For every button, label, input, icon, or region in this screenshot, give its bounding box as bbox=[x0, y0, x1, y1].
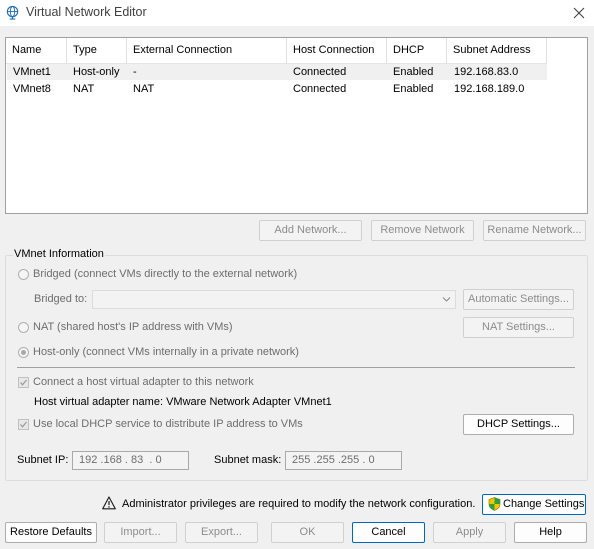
subnet-mask-field[interactable]: 255 .255 .255 . 0 bbox=[285, 451, 402, 470]
cell-type: Host-only bbox=[73, 66, 120, 78]
remove-network-button[interactable]: Remove Network bbox=[371, 220, 474, 241]
cell-host-connection: Connected bbox=[293, 66, 347, 78]
cell-subnet-address: 192.168.83.0 bbox=[454, 66, 519, 78]
change-settings-label: Change Settings bbox=[503, 498, 585, 510]
connect-adapter-checkbox[interactable] bbox=[18, 377, 29, 388]
cell-name: VMnet8 bbox=[13, 83, 51, 95]
column-header-dhcp[interactable]: DHCP bbox=[387, 38, 447, 64]
dhcp-settings-button[interactable]: DHCP Settings... bbox=[463, 414, 574, 435]
window-title: Virtual Network Editor bbox=[26, 5, 147, 19]
chevron-down-icon bbox=[442, 297, 451, 302]
column-header-type[interactable]: Type bbox=[67, 38, 127, 64]
export-button[interactable]: Export... bbox=[185, 522, 258, 543]
column-header-subnet-address[interactable]: Subnet Address bbox=[447, 38, 547, 64]
separator bbox=[17, 367, 575, 368]
subnet-ip-label: Subnet IP: bbox=[17, 454, 69, 466]
table-row[interactable]: VMnet1 Host-only - Connected Enabled 192… bbox=[7, 64, 547, 80]
nat-settings-button[interactable]: NAT Settings... bbox=[463, 317, 574, 338]
subnet-mask-label: Subnet mask: bbox=[214, 454, 282, 466]
automatic-settings-button[interactable]: Automatic Settings... bbox=[463, 289, 574, 310]
close-icon bbox=[573, 7, 585, 19]
use-dhcp-checkbox[interactable] bbox=[18, 419, 29, 430]
bridged-to-label: Bridged to: bbox=[34, 293, 88, 305]
warning-icon bbox=[102, 496, 116, 510]
admin-message: Administrator privileges are required to… bbox=[122, 498, 476, 510]
ok-button[interactable]: OK bbox=[271, 522, 344, 543]
host-only-label: Host-only (connect VMs internally in a p… bbox=[33, 346, 299, 358]
cell-external-connection: - bbox=[133, 66, 137, 78]
cell-subnet-address: 192.168.189.0 bbox=[454, 83, 525, 95]
subnet-ip-field[interactable]: 192 .168 . 83 . 0 bbox=[72, 451, 189, 470]
uac-shield-icon bbox=[488, 497, 501, 511]
bridged-radio[interactable] bbox=[18, 269, 29, 280]
cell-host-connection: Connected bbox=[293, 83, 347, 95]
cancel-button[interactable]: Cancel bbox=[352, 522, 425, 543]
cell-external-connection: NAT bbox=[133, 83, 155, 95]
close-button[interactable] bbox=[564, 0, 594, 26]
host-only-radio[interactable] bbox=[18, 347, 29, 358]
add-network-button[interactable]: Add Network... bbox=[259, 220, 362, 241]
apply-button[interactable]: Apply bbox=[433, 522, 506, 543]
cell-name: VMnet1 bbox=[13, 66, 51, 78]
connect-adapter-label: Connect a host virtual adapter to this n… bbox=[33, 376, 254, 388]
help-button[interactable]: Help bbox=[514, 522, 587, 543]
rename-network-button[interactable]: Rename Network... bbox=[483, 220, 586, 241]
checkmark-icon bbox=[20, 421, 27, 428]
column-header-external-connection[interactable]: External Connection bbox=[127, 38, 287, 64]
nat-label: NAT (shared host's IP address with VMs) bbox=[33, 321, 233, 333]
bridged-label: Bridged (connect VMs directly to the ext… bbox=[33, 268, 298, 280]
cell-dhcp: Enabled bbox=[393, 83, 434, 95]
table-row[interactable]: VMnet8 NAT NAT Connected Enabled 192.168… bbox=[7, 81, 547, 97]
adapter-name-label: Host virtual adapter name: VMware Networ… bbox=[34, 396, 332, 408]
restore-defaults-button[interactable]: Restore Defaults bbox=[5, 522, 97, 543]
cell-type: NAT bbox=[73, 83, 95, 95]
nat-radio[interactable] bbox=[18, 322, 29, 333]
column-header-host-connection[interactable]: Host Connection bbox=[287, 38, 387, 64]
checkmark-icon bbox=[20, 379, 27, 386]
network-globe-icon bbox=[6, 5, 19, 20]
use-dhcp-label: Use local DHCP service to distribute IP … bbox=[33, 418, 303, 430]
column-header-name[interactable]: Name bbox=[6, 38, 67, 64]
network-list[interactable]: Name Type External Connection Host Conne… bbox=[5, 37, 588, 214]
title-bar: Virtual Network Editor bbox=[0, 0, 594, 26]
group-legend: VMnet Information bbox=[13, 248, 105, 260]
import-button[interactable]: Import... bbox=[104, 522, 177, 543]
cell-dhcp: Enabled bbox=[393, 66, 434, 78]
bridged-to-select[interactable] bbox=[92, 290, 456, 309]
